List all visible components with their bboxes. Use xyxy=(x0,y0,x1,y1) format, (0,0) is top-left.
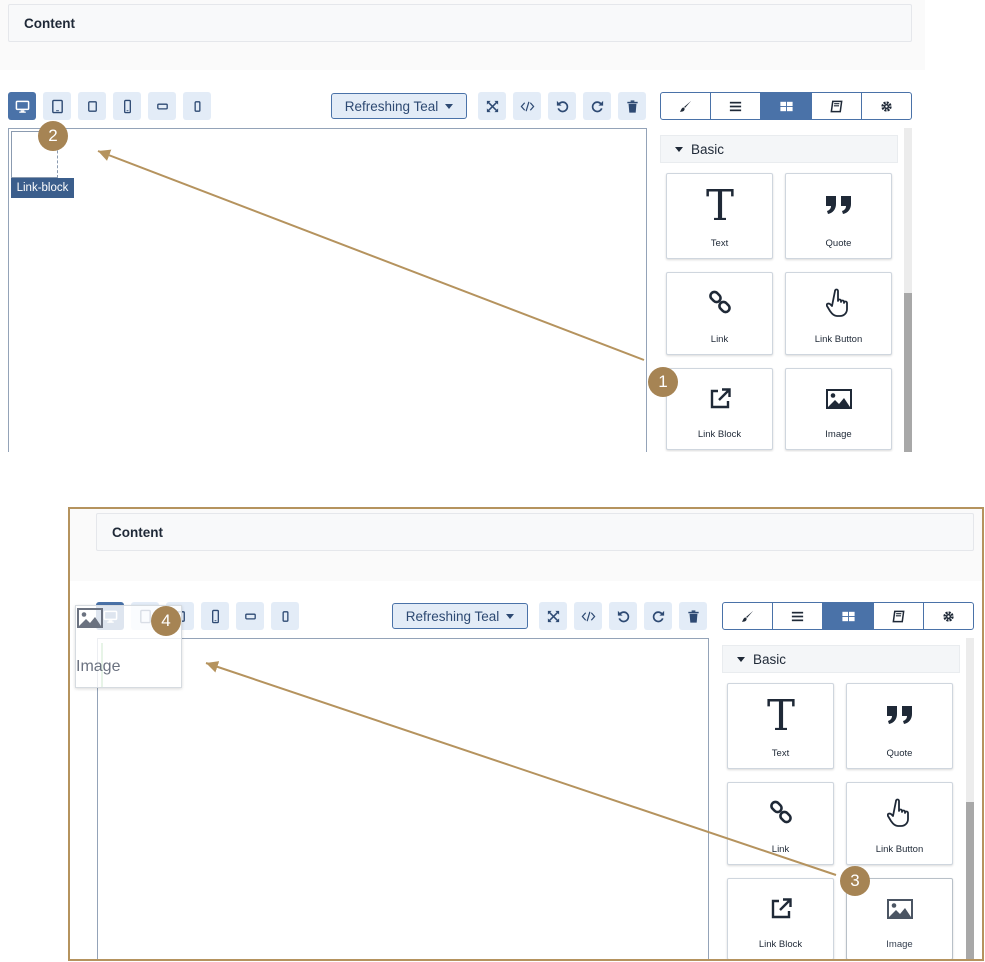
step-marker-3: 3 xyxy=(840,866,870,896)
step-marker-1: 1 xyxy=(648,367,678,397)
annotation-arrows xyxy=(97,149,837,876)
step-marker-2: 2 xyxy=(38,121,68,151)
arrow-1-to-2 xyxy=(97,149,645,361)
arrow-3-to-4 xyxy=(205,661,837,876)
step-marker-4: 4 xyxy=(151,606,181,636)
